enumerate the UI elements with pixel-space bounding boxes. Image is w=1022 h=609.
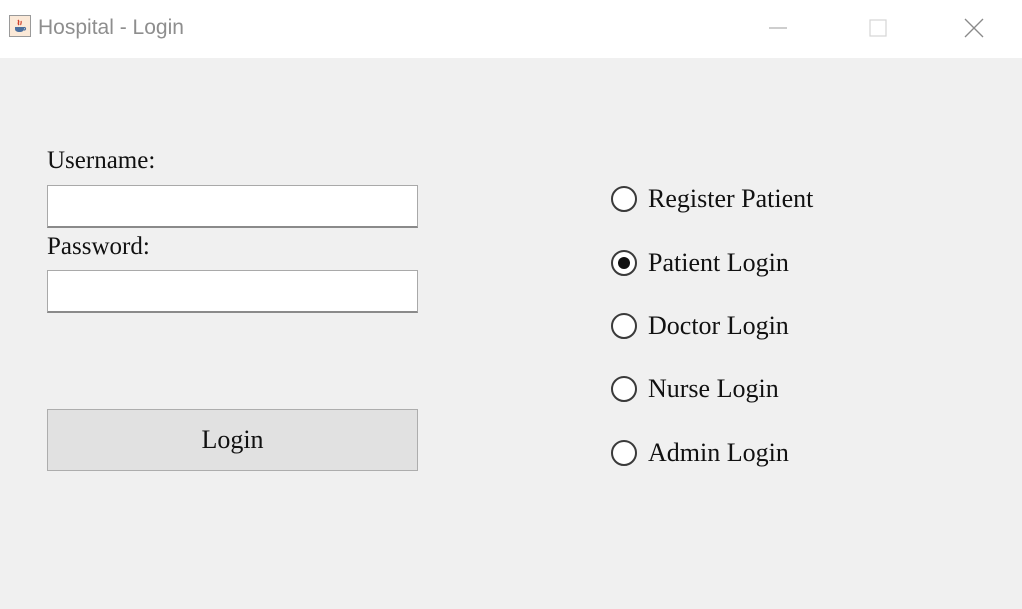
radio-nurse-login[interactable]: Nurse Login	[611, 372, 779, 406]
radio-label: Patient Login	[648, 248, 789, 277]
title-bar[interactable]: Hospital - Login	[0, 0, 1022, 58]
close-button[interactable]	[950, 6, 998, 50]
radio-register-patient[interactable]: Register Patient	[611, 182, 813, 216]
radio-label: Register Patient	[648, 184, 814, 213]
radio-doctor-login[interactable]: Doctor Login	[611, 309, 789, 343]
password-field[interactable]	[47, 270, 418, 313]
username-label: Username:	[47, 147, 156, 174]
radio-label: Admin Login	[648, 438, 789, 467]
login-button[interactable]: Login	[47, 409, 418, 471]
radio-circle[interactable]	[611, 440, 637, 466]
java-icon	[9, 15, 31, 37]
radio-admin-login[interactable]: Admin Login	[611, 436, 789, 470]
maximize-button[interactable]	[854, 6, 902, 50]
minimize-icon	[769, 27, 787, 29]
radio-circle[interactable]	[611, 376, 637, 402]
radio-circle[interactable]	[611, 313, 637, 339]
radio-patient-login[interactable]: Patient Login	[611, 246, 789, 280]
maximize-icon	[869, 19, 887, 37]
radio-circle[interactable]	[611, 186, 637, 212]
radio-circle[interactable]	[611, 250, 637, 276]
radio-label: Doctor Login	[648, 311, 789, 340]
window-title: Hospital - Login	[38, 16, 184, 39]
password-label: Password:	[47, 233, 150, 260]
radio-label: Nurse Login	[648, 374, 779, 403]
username-field[interactable]	[47, 185, 418, 228]
close-icon	[964, 18, 984, 38]
minimize-button[interactable]	[754, 6, 802, 50]
